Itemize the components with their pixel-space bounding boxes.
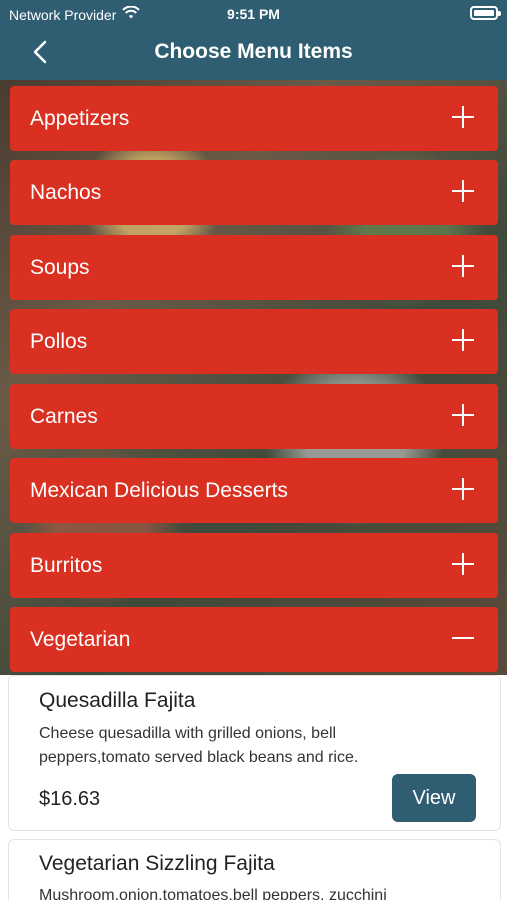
item-description: Cheese quesadilla with grilled onions, b…	[39, 725, 359, 766]
item-name: Quesadilla Fajita	[39, 689, 196, 712]
menu-screen: Network Provider 9:51 PM Choose Menu Ite…	[0, 0, 507, 900]
plus-icon	[452, 478, 474, 500]
category-label: Pollos	[30, 329, 88, 353]
status-bar: Network Provider 9:51 PM	[0, 0, 507, 28]
category-label: Burritos	[30, 553, 103, 577]
menu-item-card: Quesadilla Fajita Cheese quesadilla with…	[8, 675, 501, 831]
category-nachos[interactable]: Nachos	[10, 160, 498, 225]
category-label: Nachos	[30, 180, 102, 204]
category-pollos[interactable]: Pollos	[10, 309, 498, 374]
plus-icon	[452, 106, 474, 128]
plus-icon	[452, 553, 474, 575]
minus-icon	[452, 627, 474, 649]
category-desserts[interactable]: Mexican Delicious Desserts	[10, 458, 498, 523]
category-label: Carnes	[30, 404, 98, 428]
clock: 9:51 PM	[227, 6, 280, 22]
category-label: Vegetarian	[30, 627, 131, 651]
category-carnes[interactable]: Carnes	[10, 384, 498, 449]
category-burritos[interactable]: Burritos	[10, 533, 498, 598]
menu-item-card: Vegetarian Sizzling Fajita Mushroom,onio…	[8, 839, 501, 900]
category-label: Appetizers	[30, 106, 130, 130]
battery-icon	[470, 6, 501, 20]
category-soups[interactable]: Soups	[10, 235, 498, 300]
category-label: Soups	[30, 255, 90, 279]
item-description: Mushroom,onion,tomatoes,bell peppers, zu…	[39, 887, 387, 900]
category-vegetarian[interactable]: Vegetarian	[10, 607, 498, 672]
plus-icon	[452, 180, 474, 202]
view-button[interactable]: View	[392, 774, 476, 822]
plus-icon	[452, 329, 474, 351]
category-label: Mexican Delicious Desserts	[30, 478, 288, 502]
category-appetizers[interactable]: Appetizers	[10, 86, 498, 151]
plus-icon	[452, 404, 474, 426]
page-title: Choose Menu Items	[154, 40, 353, 63]
item-price: $16.63	[39, 788, 101, 810]
plus-icon	[452, 255, 474, 277]
top-bar: Network Provider 9:51 PM Choose Menu Ite…	[0, 0, 507, 80]
item-name: Vegetarian Sizzling Fajita	[39, 852, 275, 875]
navigation-bar: Choose Menu Items	[0, 30, 507, 76]
